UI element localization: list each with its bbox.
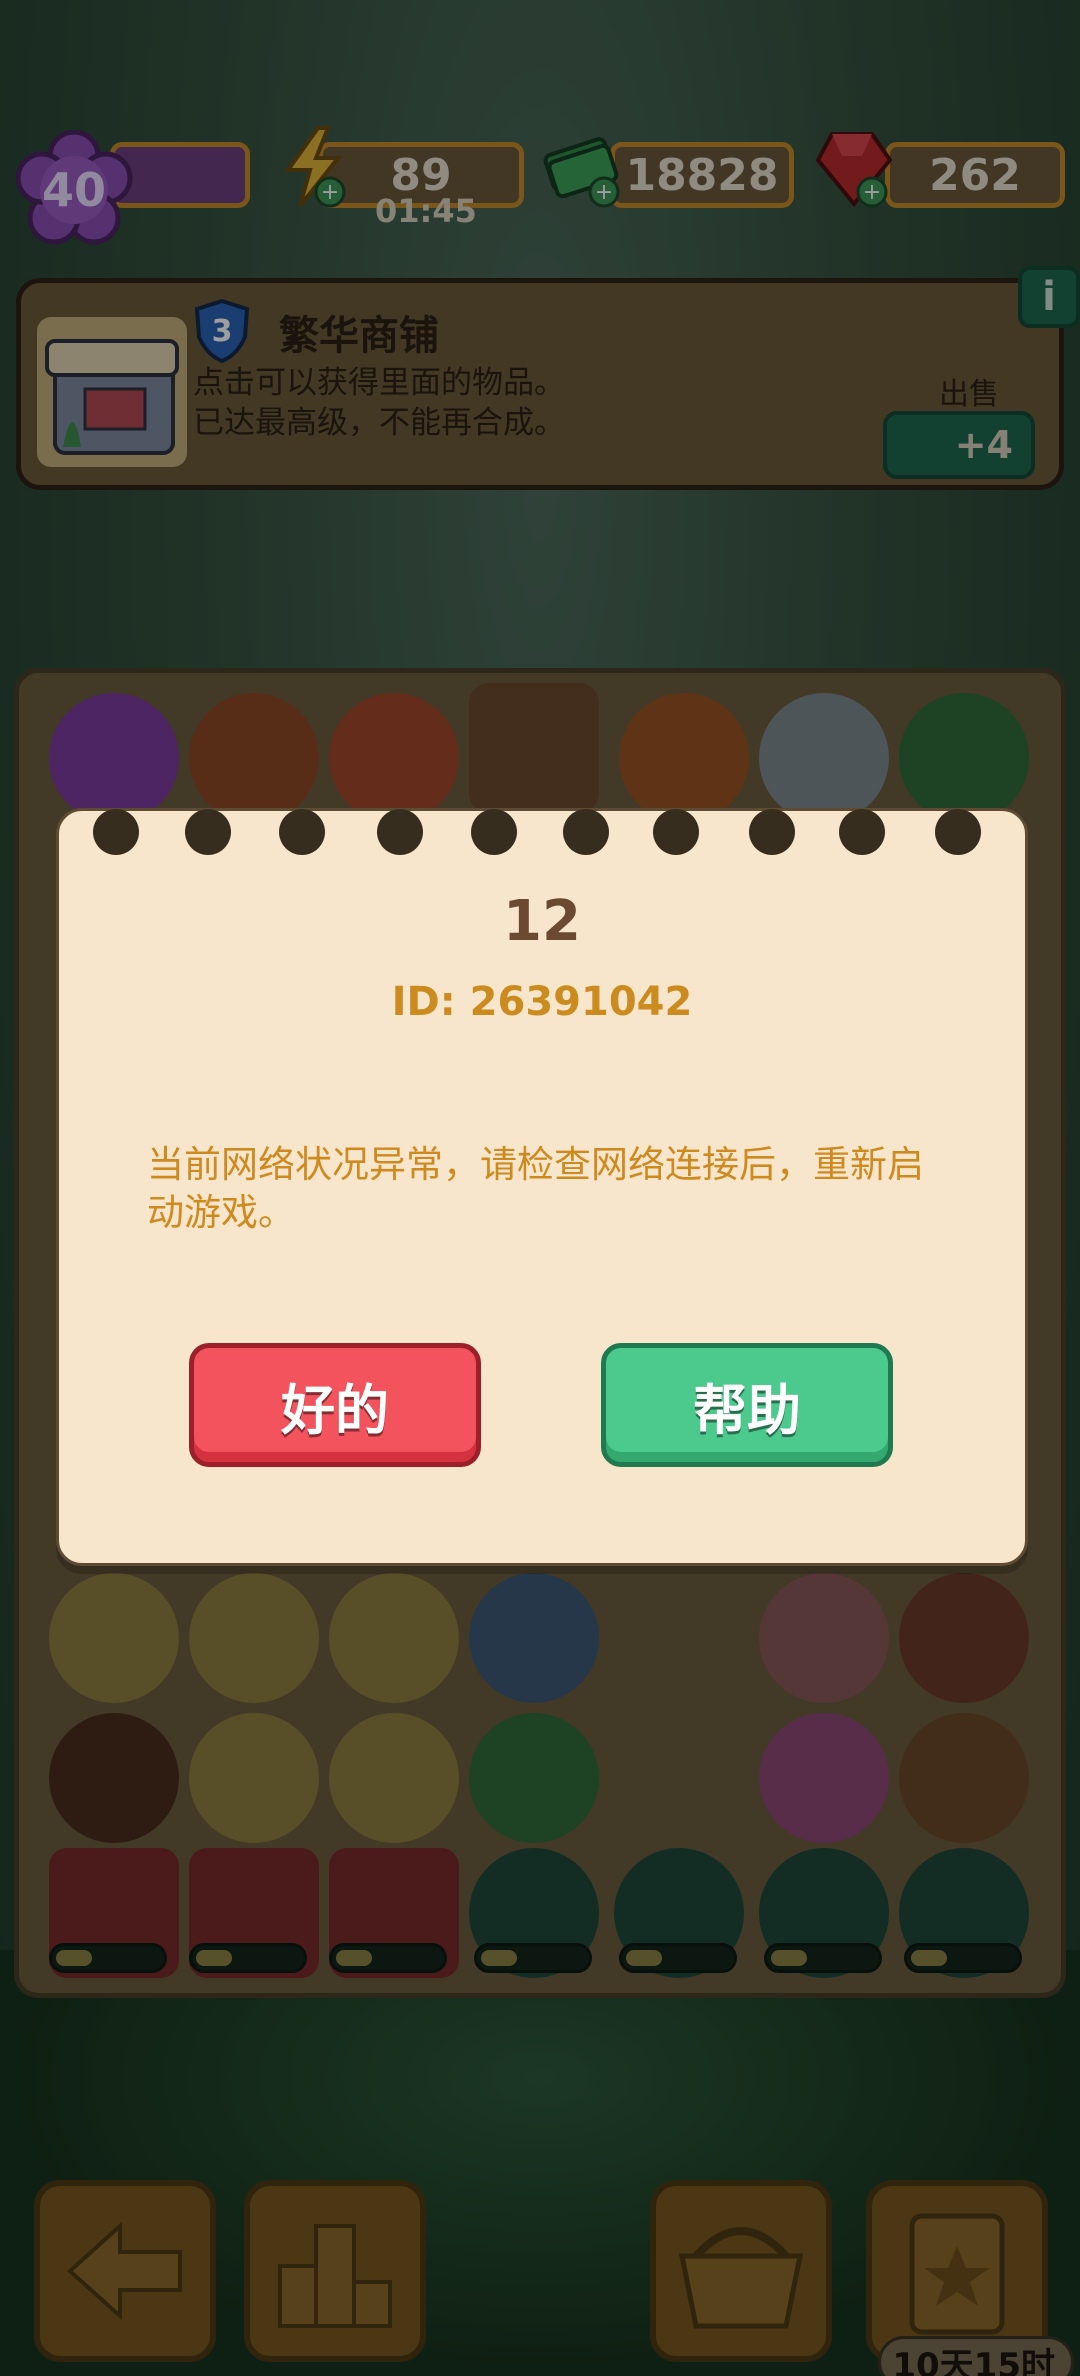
- network-error-dialog: 12 ID: 26391042 当前网络状况异常，请检查网络连接后，重新启动游戏…: [56, 808, 1028, 1566]
- binder-hole: [279, 809, 325, 855]
- help-button[interactable]: 帮助: [601, 1343, 893, 1467]
- ok-button[interactable]: 好的: [189, 1343, 481, 1467]
- binder-hole: [471, 809, 517, 855]
- error-message: 当前网络状况异常，请检查网络连接后，重新启动游戏。: [147, 1143, 924, 1234]
- binder-hole: [839, 809, 885, 855]
- binder-hole: [563, 809, 609, 855]
- player-id: ID: 26391042: [391, 979, 693, 1025]
- error-code: 12: [503, 889, 581, 954]
- binder-hole: [935, 809, 981, 855]
- binder-hole: [93, 809, 139, 855]
- binder-hole: [185, 809, 231, 855]
- binder-hole: [653, 809, 699, 855]
- binder-hole: [377, 809, 423, 855]
- binder-hole: [749, 809, 795, 855]
